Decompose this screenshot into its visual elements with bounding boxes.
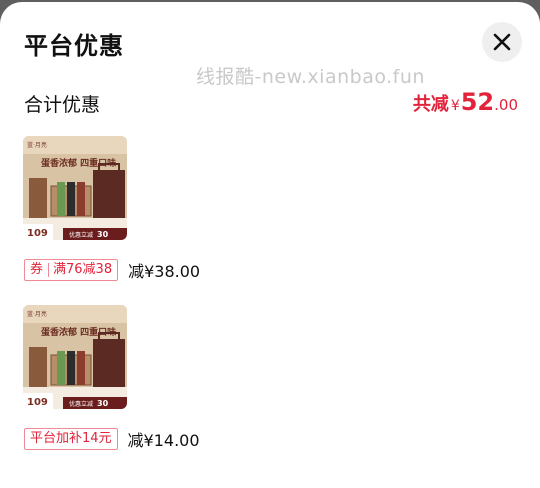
product-artwork: 蓝·月亮 蛋香浓郁 四重口味 109 优惠立减 30 — [23, 136, 127, 240]
total-currency: ¥ — [450, 98, 460, 114]
coupon-rule: 满76减38 — [53, 262, 113, 277]
total-prefix: 共减 — [412, 94, 449, 115]
product-cta-amount: 30 — [97, 399, 109, 408]
product-image[interactable]: 蓝·月亮 蛋香浓郁 四重口味 109 优惠立减 30 — [23, 305, 127, 409]
product-cta-amount: 30 — [97, 230, 109, 239]
subsidy-rule: 平台加补14元 — [30, 431, 112, 446]
total-decimal: .00 — [494, 96, 518, 114]
discount-row: 平台加补14元 减¥14.00 — [24, 427, 200, 451]
reduce-amount: 减¥14.00 — [127, 431, 200, 450]
discount-sheet: 平台优惠 线报酷-new.xianbao.fun 合计优惠 共减 ¥ 52 .0… — [0, 2, 540, 488]
discount-row: 券 满76减38 减¥38.00 — [24, 258, 200, 282]
product-artwork: 蓝·月亮 蛋香浓郁 四重口味 109 优惠立减 30 — [23, 305, 127, 409]
total-discount-value: 共减 ¥ 52 .00 — [413, 88, 518, 116]
close-icon — [493, 33, 511, 51]
product-cta: 优惠立减 — [69, 231, 93, 239]
product-brand: 蓝·月亮 — [27, 141, 47, 149]
total-integer: 52 — [460, 88, 495, 116]
platform-subsidy-tag[interactable]: 平台加补14元 — [24, 428, 118, 450]
reduce-amount: 减¥38.00 — [128, 262, 201, 281]
coupon-type: 券 — [30, 262, 44, 277]
product-cta: 优惠立减 — [69, 400, 93, 408]
product-price: 109 — [27, 397, 48, 408]
product-brand: 蓝·月亮 — [27, 310, 47, 318]
tag-divider — [48, 263, 50, 277]
product-price: 109 — [27, 228, 48, 239]
sheet-title: 平台优惠 — [24, 32, 124, 60]
watermark: 线报酷-new.xianbao.fun — [196, 66, 425, 88]
product-image[interactable]: 蓝·月亮 蛋香浓郁 四重口味 109 优惠立减 30 — [23, 136, 127, 240]
close-button[interactable] — [482, 22, 522, 62]
total-discount-label: 合计优惠 — [24, 94, 101, 116]
coupon-tag[interactable]: 券 满76减38 — [24, 259, 119, 281]
